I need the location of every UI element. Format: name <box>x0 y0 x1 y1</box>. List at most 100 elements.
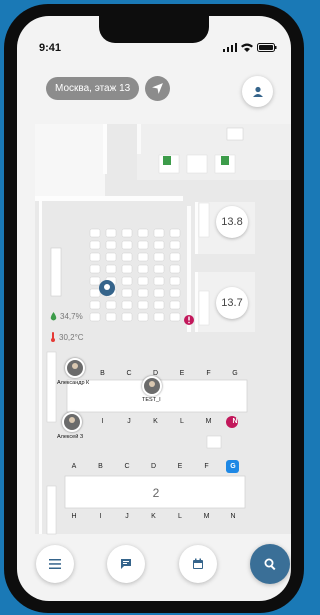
chair <box>137 276 149 286</box>
table2-bottom-seat-h[interactable]: H <box>69 513 79 520</box>
table1-bottom-seat-j[interactable]: J <box>124 418 134 425</box>
calendar-icon <box>193 558 203 569</box>
bottom-navigation <box>17 529 291 601</box>
chair <box>153 276 165 286</box>
chair <box>169 228 181 238</box>
chair <box>121 252 133 262</box>
search-button[interactable] <box>250 544 290 584</box>
chair <box>89 300 101 310</box>
notch <box>99 16 209 43</box>
drop-icon <box>50 312 57 321</box>
temperature-value: 30,2°C <box>59 332 84 342</box>
calendar-button[interactable] <box>179 545 217 583</box>
table1-top-seat-b[interactable]: B <box>98 370 108 377</box>
user-icon <box>252 86 263 97</box>
chair <box>121 276 133 286</box>
table2-bottom-seat-l[interactable]: L <box>175 513 185 520</box>
location-selector[interactable]: Москва, этаж 13 <box>46 77 140 100</box>
wifi-icon <box>241 43 253 52</box>
chair <box>105 300 117 310</box>
chair <box>153 252 165 262</box>
table2-bottom-seat-n[interactable]: N <box>228 513 238 520</box>
table1-bottom-seat-n[interactable]: N <box>230 418 240 425</box>
chair <box>105 312 117 322</box>
table2-top-seat-f[interactable]: F <box>202 463 212 470</box>
person-name-aleksei: Алексей З <box>57 434 84 440</box>
table1-bottom-seat-m[interactable]: M <box>204 418 214 425</box>
chair <box>89 288 101 298</box>
chair <box>153 264 165 274</box>
chair <box>153 300 165 310</box>
chair <box>89 276 101 286</box>
chair <box>137 252 149 262</box>
temperature-reading: 30,2°C <box>50 332 84 342</box>
chair <box>169 240 181 250</box>
chair <box>137 300 149 310</box>
chair <box>105 228 117 238</box>
chair <box>105 264 117 274</box>
chair <box>89 228 101 238</box>
chair <box>121 300 133 310</box>
chair <box>105 252 117 262</box>
menu-button[interactable] <box>36 545 74 583</box>
chair <box>153 240 165 250</box>
table2-bottom-seat-m[interactable]: M <box>202 513 212 520</box>
table2-top-seat-e[interactable]: E <box>175 463 185 470</box>
profile-button[interactable] <box>242 76 273 107</box>
phone-frame: 9:41 Москва, этаж 13 13.8 13.7 34,7% 30,… <box>4 4 304 613</box>
chair <box>169 264 181 274</box>
person-name-test: TEST_I <box>142 397 161 403</box>
chair <box>137 264 149 274</box>
chair <box>89 312 101 322</box>
chair <box>121 228 133 238</box>
screen: 9:41 Москва, этаж 13 13.8 13.7 34,7% 30,… <box>17 16 291 601</box>
table2-number: 2 <box>152 486 160 500</box>
chair <box>89 240 101 250</box>
chair <box>169 288 181 298</box>
table1-bottom-seat-l[interactable]: L <box>177 418 187 425</box>
table1-top-seat-c[interactable]: C <box>124 370 134 377</box>
search-icon <box>264 558 275 570</box>
table2-bottom-seat-i[interactable]: I <box>96 513 106 520</box>
chair <box>169 276 181 286</box>
chat-icon <box>121 559 131 569</box>
chair <box>89 264 101 274</box>
room-13-7[interactable]: 13.7 <box>216 287 248 319</box>
avatar-aleksandr[interactable] <box>65 358 85 378</box>
table2-top-seat-g[interactable]: G <box>228 463 238 470</box>
status-icons <box>223 43 277 52</box>
chair <box>153 228 165 238</box>
table2-top-seat-c[interactable]: C <box>122 463 132 470</box>
table1-bottom-seat-i[interactable]: I <box>98 418 108 425</box>
table2-top-seat-d[interactable]: D <box>149 463 159 470</box>
thermometer-icon <box>51 332 55 342</box>
humidity-reading: 34,7% <box>50 312 83 321</box>
signal-icon <box>223 43 237 52</box>
avatar-aleksei[interactable] <box>62 412 82 432</box>
chair <box>169 300 181 310</box>
chair <box>137 240 149 250</box>
chair <box>121 288 133 298</box>
table2-bottom-seat-k[interactable]: K <box>149 513 159 520</box>
avatar-test[interactable] <box>142 376 162 396</box>
navigate-button[interactable] <box>145 76 170 101</box>
table1-top-seat-e[interactable]: E <box>177 370 187 377</box>
chair <box>89 252 101 262</box>
chair <box>137 288 149 298</box>
chair <box>169 312 181 322</box>
messages-button[interactable] <box>107 545 145 583</box>
table2-top-seat-a[interactable]: A <box>69 463 79 470</box>
status-time: 9:41 <box>39 42 62 54</box>
table1-top-seat-f[interactable]: F <box>204 370 214 377</box>
chair <box>121 312 133 322</box>
location-pin-icon <box>99 280 115 296</box>
table2-bottom-seat-j[interactable]: J <box>122 513 132 520</box>
table1-bottom-seat-k[interactable]: K <box>151 418 161 425</box>
chair <box>121 240 133 250</box>
chair <box>153 288 165 298</box>
table2-top-seat-b[interactable]: B <box>96 463 106 470</box>
chair <box>137 312 149 322</box>
table1-top-seat-g[interactable]: G <box>230 370 240 377</box>
menu-icon <box>49 559 61 569</box>
room-13-8[interactable]: 13.8 <box>216 206 248 238</box>
